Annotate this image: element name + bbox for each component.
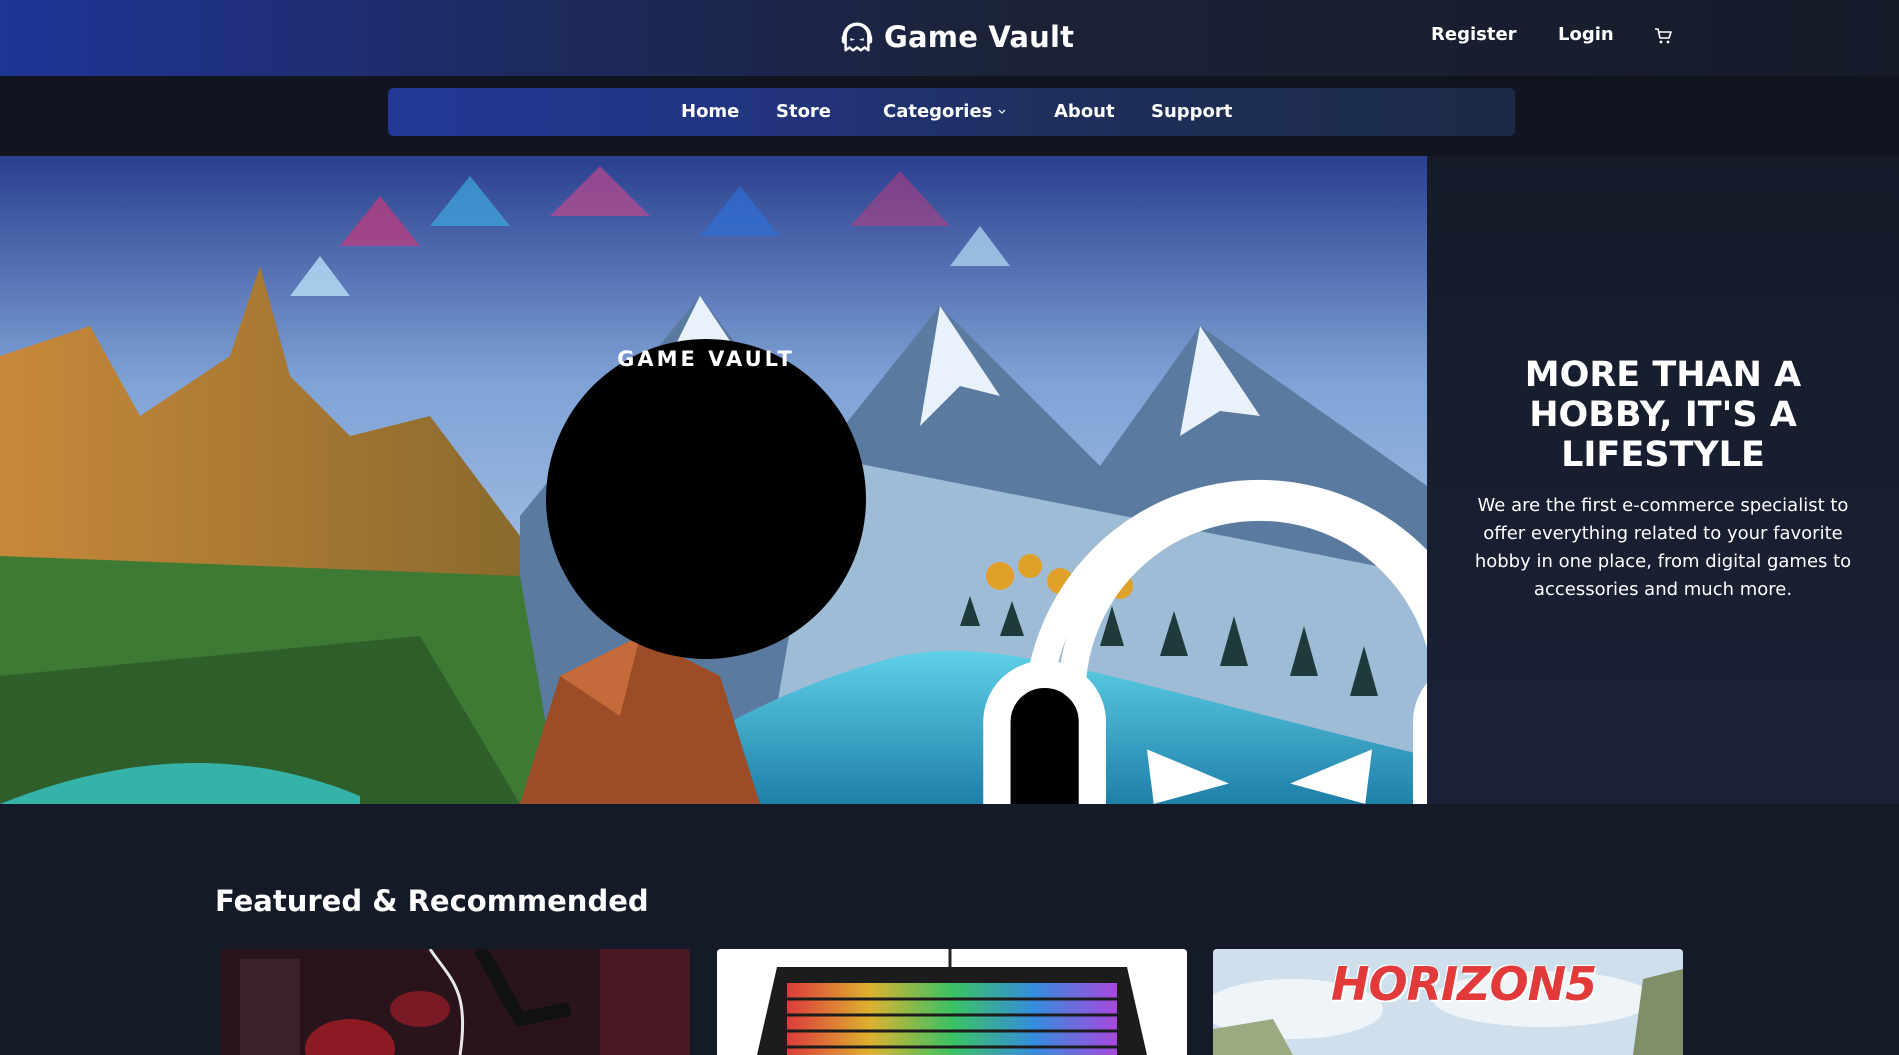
featured-card-spider-man[interactable] <box>220 949 690 1055</box>
featured-card-forza-horizon-5[interactable]: HORIZON5 <box>1213 949 1683 1055</box>
brand[interactable]: Game Vault <box>838 17 1074 57</box>
chevron-down-icon <box>998 109 1006 114</box>
hero-heading: MORE THAN A HOBBY, IT'S A LIFESTYLE <box>1524 355 1802 475</box>
nav-item-label: About <box>1054 101 1115 122</box>
game-vault-logo: GAME VAULT <box>546 339 1427 804</box>
top-header: Game Vault Register Login <box>0 0 1899 76</box>
nav-strip: Home Store Categories About Support <box>0 76 1899 156</box>
ghost-headphones-icon <box>983 479 1427 804</box>
login-link[interactable]: Login <box>1558 24 1614 45</box>
register-link[interactable]: Register <box>1431 24 1517 45</box>
nav-item-label: Support <box>1151 101 1233 122</box>
hero-description: We are the first e-commerce specialist t… <box>1474 495 1852 600</box>
nav-item-categories[interactable]: Categories <box>883 101 1007 122</box>
nav-item-label: Home <box>681 101 740 122</box>
nav-item-label: Store <box>776 101 832 122</box>
ghost-headphones-icon <box>841 22 873 52</box>
featured-section-title: Featured & Recommended <box>215 884 649 918</box>
nav-item-store[interactable]: Store <box>776 101 831 122</box>
hero-fantasy-landscape-image: GAME VAULT <box>0 156 1427 804</box>
brand-name: Game Vault <box>884 20 1075 54</box>
spider-man-cover-image <box>220 949 690 1055</box>
cart-icon[interactable] <box>1654 27 1672 45</box>
hero-section: GAME VAULT MORE THAN A HOBBY, IT'S A LIF… <box>0 156 1899 804</box>
main-nav: Home Store Categories About Support <box>388 88 1515 136</box>
featured-card-keyboard[interactable] <box>717 949 1187 1055</box>
nav-item-home[interactable]: Home <box>681 101 739 122</box>
nav-item-label: Categories <box>883 101 993 122</box>
hero-text-panel: MORE THAN A HOBBY, IT'S A LIFESTYLE We a… <box>1427 156 1899 804</box>
rgb-keyboard-image <box>717 949 1187 1055</box>
nav-item-support[interactable]: Support <box>1151 101 1232 122</box>
forza-horizon-5-logo: HORIZON5 <box>1331 957 1597 1011</box>
logo-wordmark: GAME VAULT <box>617 347 795 371</box>
nav-item-about[interactable]: About <box>1054 101 1115 122</box>
